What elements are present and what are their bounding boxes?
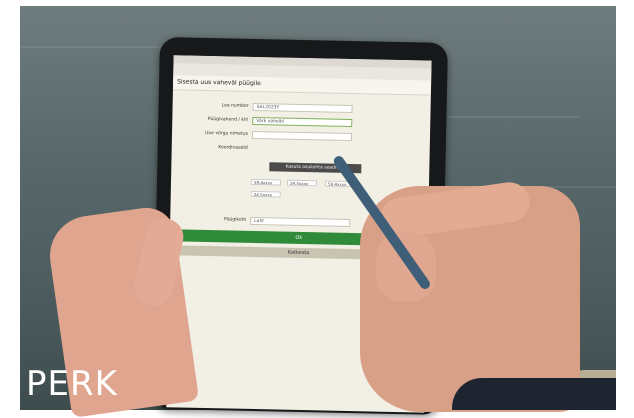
coordinate-input[interactable]: 59.4xxxx [250,178,282,186]
net-name-input[interactable] [251,130,353,142]
license-number-input[interactable]: SAL2023Y [252,102,353,114]
field-row: Püügivahend / kiri Võrk vahelbl [172,114,430,129]
coordinates-row: 59.4xxxx 24.5xxxx 59.4xxxx [250,178,391,189]
field-label: Püügivahend / kiri [207,117,249,123]
field-row: Loa number SAL2023Y [172,100,430,115]
field-label: Uue võrgu nimetus [205,130,249,137]
coordinate-input[interactable]: 24.5xxxx [250,190,281,198]
field-row: Uue võrgu nimetus [172,128,430,143]
field-row: Koordinaadid [172,142,430,157]
field-label: Loa number [221,103,249,109]
field-label: Püügikoht [223,217,247,223]
fishing-place-input[interactable]: Laht [250,216,351,228]
coordinate-input[interactable]: 24.5xxxx [286,179,318,187]
field-label: Koordinaadid [218,145,248,151]
gear-select[interactable]: Võrk vahelbl [252,116,353,128]
watermark-logo: PERK [26,364,118,404]
jacket-sleeve [452,378,616,410]
